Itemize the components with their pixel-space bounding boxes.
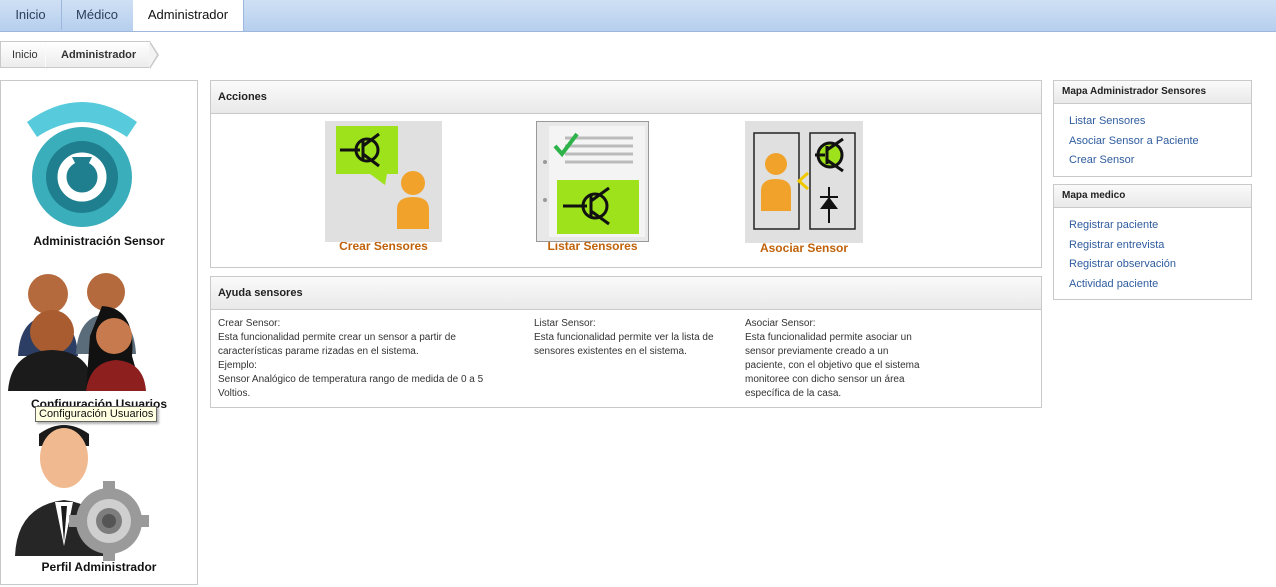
ayuda-asociar-sensor: Asociar Sensor: Esta funcionalidad permi…: [745, 317, 945, 401]
link-crear-sensor[interactable]: Crear Sensor: [1054, 151, 1251, 171]
mapa-medico: Mapa medico Registrar paciente Registrar…: [1053, 184, 1252, 300]
administracion-sensor-label: Administración Sensor: [33, 234, 165, 248]
link-registrar-observacion[interactable]: Registrar observación: [1054, 255, 1251, 275]
admin-profile-icon: [15, 425, 149, 561]
ayuda-listar-sensor: Listar Sensor: Esta funcionalidad permit…: [534, 317, 734, 359]
ayuda-crear-sensor: Crear Sensor: Esta funcionalidad permite…: [218, 317, 518, 401]
help-line: paciente, con el objetivo que el sistema: [745, 360, 920, 371]
help-line: Sensor Analógico de temperatura rango de…: [218, 374, 484, 385]
acciones-panel: Acciones Crear Sensores Listar Sensores …: [210, 80, 1042, 268]
asociar-sensor-label: Asociar Sensor: [759, 241, 849, 255]
link-registrar-entrevista[interactable]: Registrar entrevista: [1054, 236, 1251, 256]
asociar-sensor-tile: [745, 121, 863, 243]
help-line: Voltios.: [218, 388, 251, 399]
breadcrumb-inicio[interactable]: Inicio: [0, 41, 46, 68]
help-heading: Listar Sensor:: [534, 318, 596, 329]
help-line: sensores existentes en el sistema.: [534, 346, 687, 357]
users-group-icon: [8, 273, 146, 391]
help-line: Esta funcionalidad permite ver la lista …: [534, 332, 714, 343]
top-nav: Inicio Médico Administrador: [0, 0, 1276, 32]
crear-sensores-action[interactable]: Crear Sensores: [311, 121, 456, 253]
associate-sensor-icon: [745, 121, 863, 243]
listar-sensores-tile: [536, 121, 649, 242]
help-heading: Asociar Sensor:: [745, 318, 816, 329]
listar-sensores-action[interactable]: Listar Sensores: [525, 121, 660, 253]
list-sensor-icon: [537, 122, 648, 241]
help-line: Esta funcionalidad permite asociar un: [745, 332, 912, 343]
link-actividad-paciente[interactable]: Actividad paciente: [1054, 275, 1251, 295]
help-line: Esta funcionalidad permite crear un sens…: [218, 332, 456, 343]
create-sensor-icon: [325, 121, 442, 242]
help-line: monitoree con dicho sensor un área: [745, 374, 905, 385]
configuracion-usuarios-link[interactable]: [1, 261, 197, 411]
mapa-medico-title: Mapa medico: [1054, 185, 1251, 208]
crear-sensores-tile: [325, 121, 442, 242]
help-line: sensor previamente creado a un: [745, 346, 889, 357]
left-panel: Administración Sensor Configuración Usua…: [0, 80, 198, 585]
link-registrar-paciente[interactable]: Registrar paciente: [1054, 216, 1251, 236]
tab-medico[interactable]: Médico: [61, 0, 134, 30]
help-heading: Crear Sensor:: [218, 318, 281, 329]
tab-administrador[interactable]: Administrador: [133, 0, 244, 31]
perfil-administrador-label: Perfil Administrador: [41, 560, 157, 574]
perfil-administrador-link[interactable]: [1, 416, 197, 584]
help-line: características parame rizadas en el sis…: [218, 346, 419, 357]
asociar-sensor-action[interactable]: Asociar Sensor: [734, 121, 874, 255]
link-asociar-sensor-paciente[interactable]: Asociar Sensor a Paciente: [1054, 132, 1251, 152]
breadcrumb-end-fill: [149, 42, 157, 68]
breadcrumb-administrador[interactable]: Administrador: [46, 41, 150, 68]
sensor-admin-icon: [27, 102, 137, 227]
help-line: específica de la casa.: [745, 388, 842, 399]
administracion-sensor-link[interactable]: Administración Sensor: [1, 81, 197, 256]
mapa-administrador-sensores: Mapa Administrador Sensores Listar Senso…: [1053, 80, 1252, 177]
link-listar-sensores[interactable]: Listar Sensores: [1054, 112, 1251, 132]
acciones-title: Acciones: [211, 81, 1041, 114]
ayuda-sensores-title: Ayuda sensores: [211, 277, 1041, 310]
mapa-sensores-title: Mapa Administrador Sensores: [1054, 81, 1251, 104]
ayuda-sensores-panel: Ayuda sensores Crear Sensor: Esta funcio…: [210, 276, 1042, 408]
help-line: Ejemplo:: [218, 360, 257, 371]
tab-inicio[interactable]: Inicio: [0, 0, 62, 30]
